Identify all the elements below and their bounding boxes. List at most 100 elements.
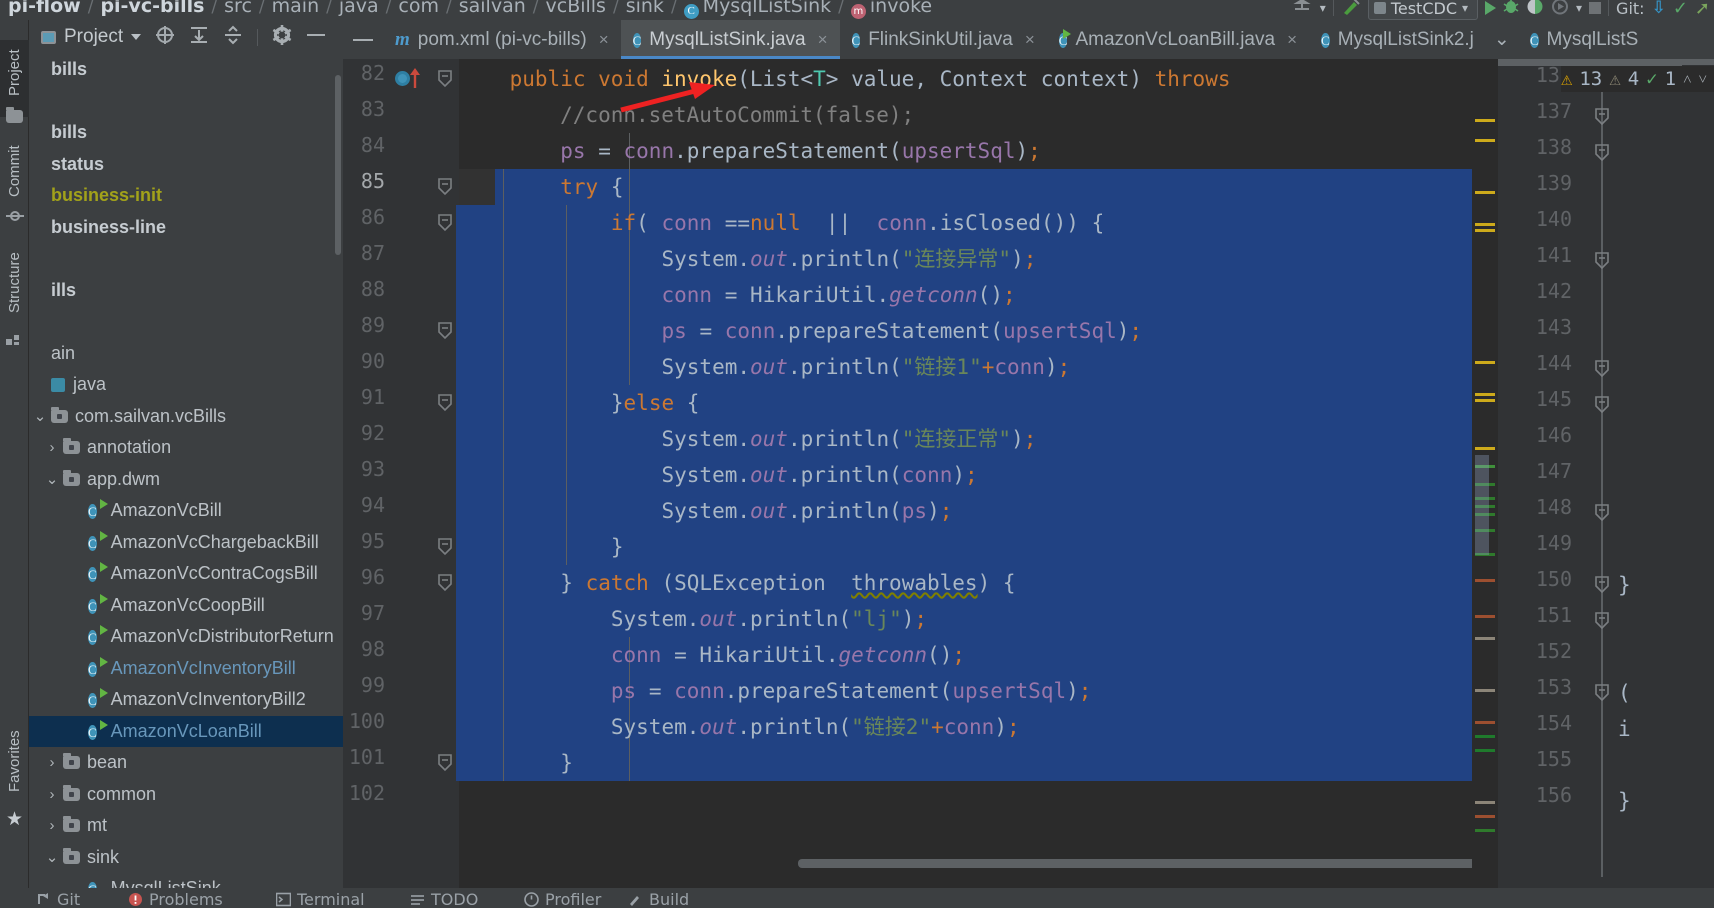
tree-node[interactable]: › mt xyxy=(29,810,343,842)
error-stripe-mark[interactable] xyxy=(1475,139,1495,142)
code-line[interactable]: public void invoke(List<T> value, Contex… xyxy=(459,61,1243,97)
tree-node[interactable]: bills xyxy=(29,54,343,86)
project-panel-title-group[interactable]: Project xyxy=(41,26,142,48)
breadcrumb-item-main[interactable]: main xyxy=(272,0,319,17)
tree-node[interactable] xyxy=(29,86,343,118)
build-hammer-icon[interactable] xyxy=(1341,0,1361,20)
tree-node[interactable]: C AmazonVcCoopBill xyxy=(29,590,343,622)
tree-node[interactable]: ⌄ com.sailvan.vcBills xyxy=(29,401,343,433)
editor-gutter[interactable]: 82 83 84 85 86 87 88 89 90 91 92 93 94 95 96 97 98 99 100 1… xyxy=(343,59,459,888)
error-stripe-mark[interactable] xyxy=(1475,361,1495,364)
chevron-right-icon[interactable]: › xyxy=(41,754,63,771)
expand-all-icon[interactable] xyxy=(189,25,209,49)
tree-node[interactable]: C AmazonVcContraCogsBill xyxy=(29,558,343,590)
vcs-commit-icon[interactable]: ✓ xyxy=(1673,0,1688,19)
breadcrumb-item-src[interactable]: src xyxy=(224,0,252,17)
tree-node[interactable]: › bean xyxy=(29,747,343,779)
tree-node[interactable]: business-line xyxy=(29,212,343,244)
code-fold-icon[interactable] xyxy=(437,322,453,340)
profile-icon[interactable] xyxy=(1551,0,1569,19)
run-icon[interactable] xyxy=(1485,1,1497,15)
vcs-update-icon[interactable]: ⇩ xyxy=(1652,0,1666,18)
editor-tab-mysqllistsink[interactable]: C MysqlListSink.java × xyxy=(620,20,840,59)
code-line[interactable]: System.out.println("链接2"+conn); xyxy=(459,709,1020,745)
sidebar-item-commit[interactable]: Commit xyxy=(0,140,29,202)
error-stripe-mark[interactable] xyxy=(1475,579,1495,582)
code-fold-icon[interactable] xyxy=(1594,360,1610,378)
error-stripe-mark[interactable] xyxy=(1475,721,1495,724)
tree-node[interactable]: CMysqlListSink xyxy=(29,873,343,888)
code-fold-icon[interactable] xyxy=(1594,504,1610,522)
run-configuration-selector[interactable]: TestCDC ▾ xyxy=(1367,0,1479,20)
code-text[interactable]: public void invoke(List<T> value, Contex… xyxy=(459,59,1472,888)
editor-tab-mysqllists[interactable]: C MysqlListS xyxy=(1518,20,1651,59)
chevron-down-icon[interactable]: ⌄ xyxy=(41,470,63,488)
code-line[interactable]: conn = HikariUtil.getconn(); xyxy=(459,277,1016,313)
code-line[interactable]: ps = conn.prepareStatement(upsertSql); xyxy=(459,133,1041,169)
code-line[interactable]: } xyxy=(459,529,624,565)
tree-node[interactable]: C AmazonVcInventoryBill2 xyxy=(29,684,343,716)
code-line[interactable]: ps = conn.prepareStatement(upsertSql); xyxy=(459,673,1092,709)
code-fold-icon[interactable] xyxy=(437,70,453,88)
chevron-right-icon[interactable]: › xyxy=(41,439,63,456)
tree-node[interactable]: ⌄ sink xyxy=(29,842,343,874)
code-line[interactable]: ps = conn.prepareStatement(upsertSql); xyxy=(459,313,1143,349)
error-stripe-mark[interactable] xyxy=(1475,815,1495,818)
editor-tab-pom[interactable]: m pom.xml (pi-vc-bills) × xyxy=(383,20,621,59)
code-line[interactable]: } catch (SQLException throwables) { xyxy=(459,565,1015,601)
code-fold-icon[interactable] xyxy=(437,394,453,412)
error-stripe-mark[interactable] xyxy=(1475,637,1495,640)
tree-node[interactable]: C AmazonVcBill xyxy=(29,495,343,527)
tree-node[interactable] xyxy=(29,306,343,338)
code-line[interactable]: }else { xyxy=(459,385,700,421)
error-stripe-mark[interactable] xyxy=(1475,749,1495,752)
breadcrumb-item-vcbills[interactable]: vcBills xyxy=(546,0,606,17)
search-everywhere-icon[interactable] xyxy=(1291,0,1313,19)
error-stripe-mark[interactable] xyxy=(1475,615,1495,618)
error-stripe-mark[interactable] xyxy=(1475,229,1495,232)
hide-editor-tabs-icon[interactable] xyxy=(343,20,383,59)
code-fold-icon[interactable] xyxy=(1594,576,1610,594)
chevron-down-icon[interactable]: ▾ xyxy=(1320,1,1326,15)
chevron-down-icon[interactable]: ⌄ xyxy=(29,407,51,425)
split-editor-pane[interactable]: }(i} ⚠ 1 1361371381391401411421431441451… xyxy=(1498,59,1714,888)
tree-node[interactable]: › common xyxy=(29,779,343,811)
tree-node[interactable]: ⌄ app.dwm xyxy=(29,464,343,496)
status-item-problems[interactable]: Problems xyxy=(128,890,223,908)
editor-tab-mysqllistsink2[interactable]: C MysqlListSink2.j xyxy=(1309,20,1486,59)
breadcrumb-item-invoke[interactable]: m invoke xyxy=(850,0,932,19)
sidebar-item-structure[interactable]: Structure xyxy=(0,242,29,324)
error-stripe-mark[interactable] xyxy=(1475,119,1495,122)
tree-node[interactable]: C AmazonVcChargebackBill xyxy=(29,527,343,559)
error-stripe-mark[interactable] xyxy=(1475,689,1495,692)
code-line[interactable]: } xyxy=(459,745,573,781)
hide-panel-icon[interactable] xyxy=(306,25,326,49)
chevron-down-icon[interactable]: ▾ xyxy=(1576,1,1582,15)
chevron-down-icon[interactable]: ⌄ xyxy=(41,848,63,866)
code-line[interactable]: System.out.println("连接正常"); xyxy=(459,421,1037,457)
code-fold-icon[interactable] xyxy=(437,574,453,592)
code-line[interactable]: } xyxy=(1618,567,1631,603)
code-line[interactable]: ( xyxy=(1618,675,1631,711)
code-fold-icon[interactable] xyxy=(437,214,453,232)
code-fold-icon[interactable] xyxy=(1594,144,1610,162)
code-line[interactable]: } xyxy=(1618,783,1631,819)
editor-tab-amazonvcloanbill[interactable]: C AmazonVcLoanBill.java × xyxy=(1047,20,1309,59)
error-stripe-mark[interactable] xyxy=(1475,393,1495,396)
tree-node[interactable]: C AmazonVcInventoryBill xyxy=(29,653,343,685)
next-problem-icon[interactable]: ˅ xyxy=(1699,70,1707,89)
tree-node[interactable] xyxy=(29,243,343,275)
code-fold-icon[interactable] xyxy=(1594,612,1610,630)
close-icon[interactable]: × xyxy=(1287,30,1297,50)
horizontal-scrollbar[interactable] xyxy=(798,859,1472,868)
chevron-right-icon[interactable]: › xyxy=(41,786,63,803)
code-line[interactable]: if( conn ==null || conn.isClosed()) { xyxy=(459,205,1104,241)
code-line[interactable]: System.out.println(ps); xyxy=(459,493,953,529)
collapse-all-icon[interactable] xyxy=(223,25,243,49)
project-tree[interactable]: bills bills status business-init business-li… xyxy=(29,54,343,888)
code-line[interactable]: try { xyxy=(459,169,623,205)
code-line[interactable]: System.out.println(conn); xyxy=(459,457,978,493)
code-fold-icon[interactable] xyxy=(1594,252,1610,270)
tree-node[interactable]: ain xyxy=(29,338,343,370)
stop-icon[interactable] xyxy=(1589,2,1602,14)
